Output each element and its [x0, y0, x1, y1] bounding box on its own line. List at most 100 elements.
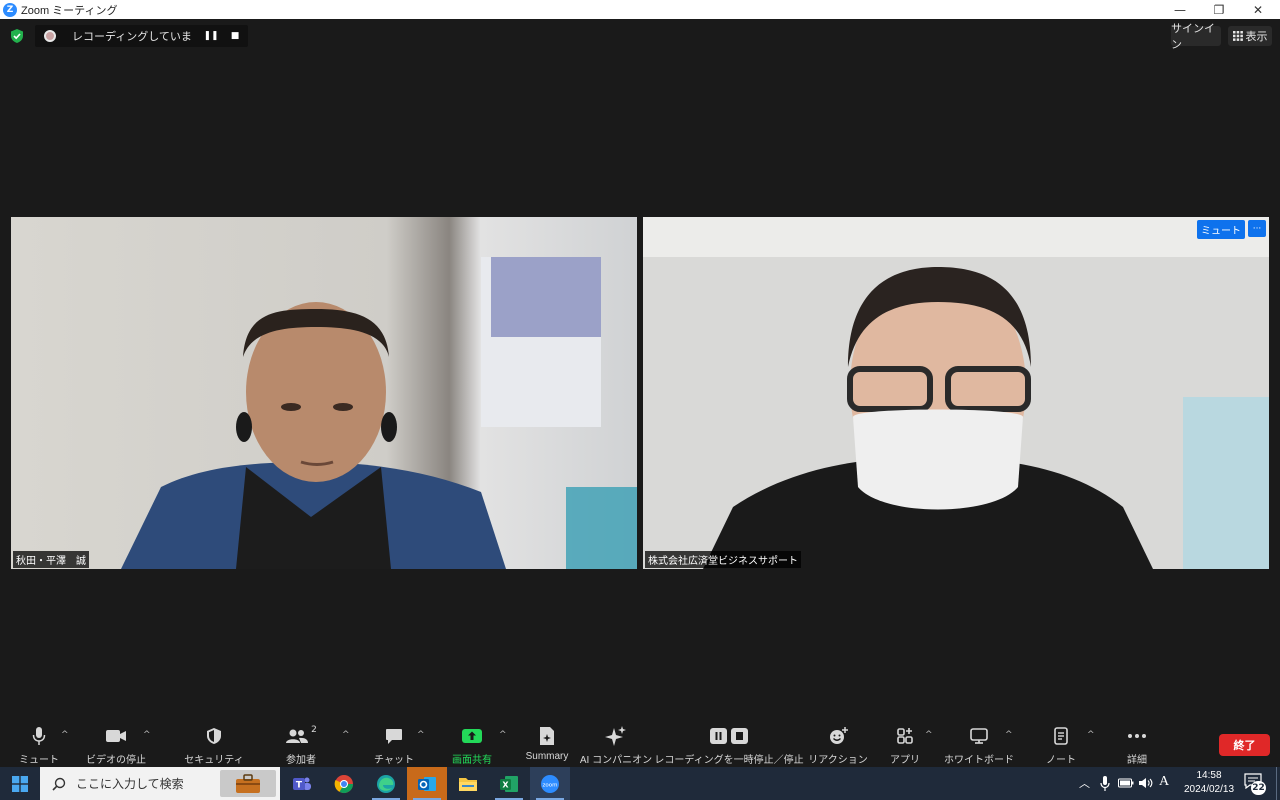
- clock-time: 14:58: [1196, 770, 1222, 781]
- participant-more-button[interactable]: ···: [1248, 220, 1266, 237]
- recording-dot-icon: [44, 30, 56, 42]
- video-tile-participant-2[interactable]: ミュート ··· 株式会社広済堂ビジネスサポート: [643, 217, 1269, 569]
- reaction-smiley-icon: [830, 727, 848, 744]
- window-title: Zoom ミーティング: [21, 4, 118, 17]
- summary-document-icon: [540, 727, 554, 745]
- stop-video-button[interactable]: ビデオの停止: [85, 724, 147, 766]
- notes-button[interactable]: ノート: [1042, 724, 1080, 766]
- taskbar-explorer[interactable]: [448, 767, 488, 800]
- recording-control-label: レコーディングを一時停止／停止: [654, 755, 804, 766]
- minimize-button[interactable]: —: [1160, 0, 1200, 19]
- pause-stop-icon: [710, 728, 748, 744]
- more-dots-icon: [1128, 734, 1146, 738]
- video-tile-participant-1[interactable]: 秋田・平澤 誠: [11, 217, 637, 569]
- summary-button[interactable]: Summary: [521, 724, 573, 766]
- participant-2-video: [643, 217, 1269, 569]
- apps-icon: [897, 728, 913, 744]
- excel-icon: X: [500, 775, 518, 792]
- taskbar-teams[interactable]: T: [282, 767, 322, 800]
- apps-options-caret[interactable]: ^: [925, 730, 933, 740]
- participants-icon: [286, 729, 309, 743]
- grid-icon: [1232, 31, 1243, 41]
- notes-label: ノート: [1046, 755, 1076, 766]
- video-camera-icon: [106, 730, 126, 742]
- start-button[interactable]: [0, 767, 40, 800]
- whiteboard-label: ホワイトボード: [944, 755, 1014, 766]
- audio-options-caret[interactable]: ^: [61, 730, 69, 740]
- show-desktop-button[interactable]: [1276, 767, 1280, 800]
- close-button[interactable]: ✕: [1238, 0, 1278, 19]
- share-screen-icon: [462, 729, 482, 743]
- notes-options-caret[interactable]: ^: [1087, 730, 1095, 740]
- mute-button[interactable]: ミュート: [14, 724, 64, 766]
- share-screen-button[interactable]: 画面共有: [447, 724, 497, 766]
- tray-microphone-icon[interactable]: [1100, 776, 1110, 792]
- taskbar-clock[interactable]: 14:58 2024/02/13: [1180, 769, 1238, 797]
- more-button[interactable]: 詳細: [1118, 724, 1156, 766]
- clock-date: 2024/02/13: [1183, 784, 1235, 795]
- news-widget-button[interactable]: [220, 770, 276, 797]
- teams-icon: T: [293, 777, 311, 790]
- view-button[interactable]: 表示: [1228, 26, 1272, 46]
- signin-button[interactable]: サインイン: [1171, 23, 1221, 51]
- briefcase-icon: [236, 773, 260, 793]
- chat-options-caret[interactable]: ^: [417, 730, 425, 740]
- whiteboard-icon: [970, 728, 988, 744]
- participant-1-video: [11, 217, 637, 569]
- shield-icon: [207, 728, 221, 744]
- zoom-logo-icon: Z: [3, 2, 17, 17]
- taskbar-search[interactable]: ここに入力して検索: [40, 767, 280, 800]
- reactions-label: リアクション: [808, 755, 868, 766]
- restore-button[interactable]: ❐: [1199, 0, 1239, 19]
- svg-text:X: X: [502, 780, 509, 789]
- taskbar-chrome[interactable]: [324, 767, 364, 800]
- participants-button[interactable]: 2 参加者: [281, 724, 321, 766]
- taskbar-outlook[interactable]: [407, 767, 447, 800]
- mute-participant-button[interactable]: ミュート: [1197, 220, 1245, 239]
- notification-center-button[interactable]: 22: [1244, 773, 1266, 795]
- search-icon: [52, 777, 66, 791]
- participants-count: 2: [311, 725, 317, 735]
- pause-recording-button[interactable]: ❚❚: [200, 31, 222, 41]
- ai-companion-button[interactable]: AI コンパニオン: [580, 724, 652, 766]
- speaker-icon[interactable]: [1138, 777, 1154, 789]
- participant-name-label: 株式会社広済堂ビジネスサポート: [645, 551, 801, 568]
- security-label: セキュリティ: [184, 755, 244, 766]
- whiteboard-options-caret[interactable]: ^: [1005, 730, 1013, 740]
- tray-chevron-up-icon[interactable]: ︿: [1079, 775, 1090, 791]
- recording-control-button[interactable]: レコーディングを一時停止／停止: [654, 724, 804, 766]
- chat-label: チャット: [374, 755, 414, 766]
- chrome-icon: [334, 774, 353, 793]
- windows-logo-icon: [12, 775, 28, 792]
- zoom-icon: zoom: [541, 774, 559, 793]
- summary-label: Summary: [525, 751, 569, 762]
- participants-label: 参加者: [286, 755, 316, 766]
- search-placeholder: ここに入力して検索: [76, 777, 184, 791]
- participant-name-label: 秋田・平澤 誠: [13, 551, 89, 568]
- share-options-caret[interactable]: ^: [499, 730, 507, 740]
- edge-icon: [377, 774, 395, 793]
- end-meeting-button[interactable]: 終了: [1219, 734, 1270, 756]
- participants-options-caret[interactable]: ^: [342, 730, 350, 740]
- taskbar-zoom[interactable]: zoom: [530, 767, 570, 800]
- chat-button[interactable]: チャット: [374, 724, 414, 766]
- taskbar-excel[interactable]: X: [489, 767, 529, 800]
- folder-icon: [459, 777, 477, 791]
- title-bar: Z Zoom ミーティング — ❐ ✕: [0, 0, 1280, 19]
- battery-icon[interactable]: [1118, 778, 1134, 788]
- taskbar-edge[interactable]: [366, 767, 406, 800]
- security-button[interactable]: セキュリティ: [184, 724, 244, 766]
- encryption-shield-icon[interactable]: [9, 28, 25, 44]
- stop-video-label: ビデオの停止: [86, 755, 146, 766]
- outlook-icon: [418, 776, 436, 791]
- reactions-button[interactable]: リアクション: [808, 724, 868, 766]
- video-options-caret[interactable]: ^: [143, 730, 151, 740]
- share-screen-label: 画面共有: [452, 755, 492, 766]
- ai-sparkle-icon: [605, 726, 626, 746]
- apps-button[interactable]: アプリ: [886, 724, 924, 766]
- windows-taskbar: ここに入力して検索 T X zoom ︿ A 14:58 2024/02/13 …: [0, 767, 1280, 800]
- recording-status: レコーディングしています...: [72, 31, 192, 43]
- whiteboard-button[interactable]: ホワイトボード: [944, 724, 1014, 766]
- stop-recording-button[interactable]: ■: [224, 31, 246, 41]
- ime-indicator[interactable]: A: [1159, 774, 1169, 790]
